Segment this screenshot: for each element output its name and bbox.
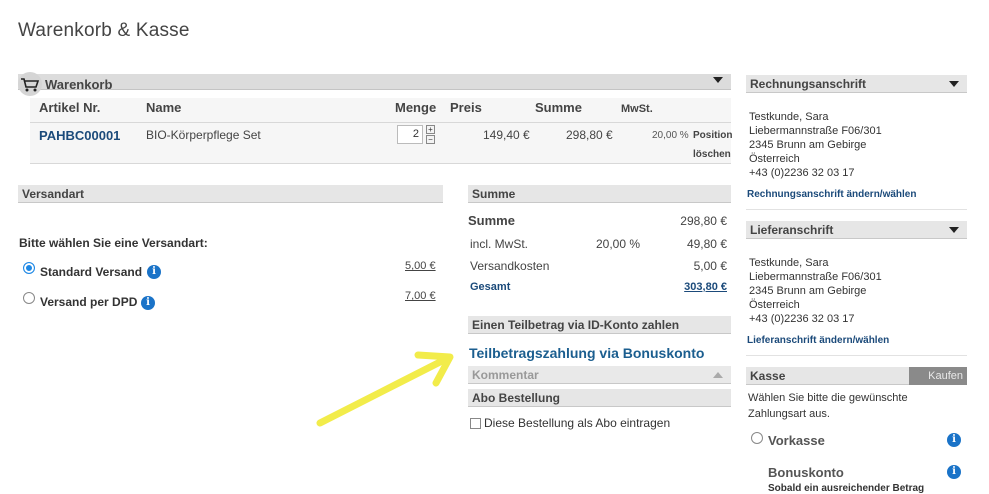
quantity-decrease-button[interactable]: − <box>426 135 435 144</box>
cart-title: Warenkorb <box>45 77 113 92</box>
divider <box>746 209 967 210</box>
delivery-section-header[interactable]: Lieferanschrift <box>746 221 967 239</box>
subscription-title: Abo Bestellung <box>472 391 561 405</box>
delivery-change-link[interactable]: Lieferanschrift ändern/wählen <box>747 335 889 346</box>
vat-value: 49,80 € <box>686 237 727 251</box>
header-article-no: Artikel Nr. <box>39 100 101 115</box>
checkout-instructions: Wählen Sie bitte die gewünschte Zahlungs… <box>748 392 908 420</box>
address-line: Österreich <box>749 299 800 311</box>
shipping-standard-radio[interactable] <box>23 262 35 274</box>
checkout-title: Kasse <box>750 369 786 383</box>
shipping-cost-value: 5,00 € <box>693 259 727 273</box>
quantity-increase-button[interactable]: + <box>426 125 435 134</box>
shipping-section-header: Versandart <box>18 185 443 203</box>
payment-prepayment-radio[interactable] <box>751 432 763 444</box>
partial-payment-title: Einen Teilbetrag via ID-Konto zahlen <box>472 318 680 332</box>
buy-button[interactable]: Kaufen <box>909 367 967 385</box>
summary-total-value: 298,80 € <box>680 214 727 228</box>
comment-title: Kommentar <box>472 368 539 382</box>
divider <box>30 122 731 123</box>
address-line: 2345 Brunn am Gebirge <box>749 139 867 151</box>
shipping-title: Versandart <box>22 187 85 201</box>
summary-total-label: Summe <box>468 213 515 228</box>
checkout-section-header: Kasse <box>746 367 909 385</box>
header-name: Name <box>146 100 182 115</box>
address-line: Testkunde, Sara <box>749 111 829 123</box>
payment-bonus-note: Sobald ein ausreichender Betrag <box>768 483 925 494</box>
delivery-address: Testkunde, Sara Liebermannstraße F06/301… <box>749 256 882 326</box>
shipping-standard-label[interactable]: Standard Versand <box>40 265 142 279</box>
partial-payment-link[interactable]: Teilbetragszahlung via Bonuskonto <box>469 345 704 361</box>
partial-payment-header: Einen Teilbetrag via ID-Konto zahlen <box>468 316 731 334</box>
billing-section-header[interactable]: Rechnungsanschrift <box>746 75 967 93</box>
shipping-dpd-price: 7,00 € <box>405 290 436 302</box>
shipping-cost-label: Versandkosten <box>470 259 550 273</box>
delete-position-link-line2[interactable]: löschen <box>693 149 731 160</box>
address-line: Testkunde, Sara <box>749 257 829 269</box>
address-line: +43 (0)2236 32 03 17 <box>749 313 855 325</box>
cart-section-header[interactable] <box>18 74 731 90</box>
header-price: Preis <box>450 100 482 115</box>
item-sum: 298,80 € <box>566 128 613 142</box>
subscription-section-header: Abo Bestellung <box>468 389 731 407</box>
vat-label: incl. MwSt. <box>470 237 529 251</box>
arrow-annotation-icon <box>316 351 454 427</box>
summary-section-header: Summe <box>468 185 731 203</box>
shipping-prompt: Bitte wählen Sie eine Versandart: <box>19 236 208 250</box>
billing-address: Testkunde, Sara Liebermannstraße F06/301… <box>749 110 882 180</box>
billing-title: Rechnungsanschrift <box>750 77 867 91</box>
item-price: 149,40 € <box>483 128 530 142</box>
delete-position-link-line1[interactable]: Position <box>693 130 732 141</box>
expand-icon[interactable] <box>713 372 723 378</box>
payment-bonus-label[interactable]: Bonuskonto <box>768 465 844 480</box>
cart-table: Artikel Nr. Name Menge Preis Summe MwSt. <box>30 98 731 164</box>
subscription-checkbox-label[interactable]: Diese Bestellung als Abo eintragen <box>484 416 670 430</box>
divider <box>746 355 967 356</box>
quantity-input[interactable]: 2 <box>397 125 423 144</box>
address-line: Österreich <box>749 153 800 165</box>
header-sum: Summe <box>535 100 582 115</box>
divider <box>30 163 731 164</box>
item-vat: 20,00 % <box>652 130 689 141</box>
comment-section-header[interactable]: Kommentar <box>468 366 731 384</box>
header-quantity: Menge <box>395 100 437 115</box>
collapse-icon[interactable] <box>949 227 959 233</box>
delivery-title: Lieferanschrift <box>750 223 834 237</box>
shipping-dpd-label[interactable]: Versand per DPD <box>40 295 137 309</box>
grand-total-label: Gesamt <box>470 281 511 293</box>
subscription-checkbox[interactable] <box>470 418 481 429</box>
summary-title: Summe <box>472 187 516 201</box>
info-icon[interactable]: i <box>947 433 961 447</box>
info-icon[interactable]: i <box>147 265 161 279</box>
product-name: BIO-Körperpflege Set <box>146 128 261 142</box>
address-line: +43 (0)2236 32 03 17 <box>749 167 855 179</box>
address-line: Liebermannstraße F06/301 <box>749 271 882 283</box>
cart-icon <box>18 72 42 96</box>
page-title: Warenkorb & Kasse <box>18 20 190 41</box>
billing-change-link[interactable]: Rechnungsanschrift ändern/wählen <box>747 189 916 200</box>
article-number[interactable]: PAHBC00001 <box>39 128 120 143</box>
shipping-standard-price: 5,00 € <box>405 260 436 272</box>
header-vat: MwSt. <box>621 103 653 115</box>
address-line: Liebermannstraße F06/301 <box>749 125 882 137</box>
info-icon[interactable]: i <box>947 465 961 479</box>
grand-total-value: 303,80 € <box>684 281 727 293</box>
shipping-dpd-radio[interactable] <box>23 292 35 304</box>
vat-rate: 20,00 % <box>596 237 641 251</box>
payment-prepayment-label[interactable]: Vorkasse <box>768 433 825 448</box>
collapse-icon[interactable] <box>949 81 959 87</box>
collapse-icon[interactable] <box>713 77 723 83</box>
info-icon[interactable]: i <box>141 296 155 310</box>
address-line: 2345 Brunn am Gebirge <box>749 285 867 297</box>
